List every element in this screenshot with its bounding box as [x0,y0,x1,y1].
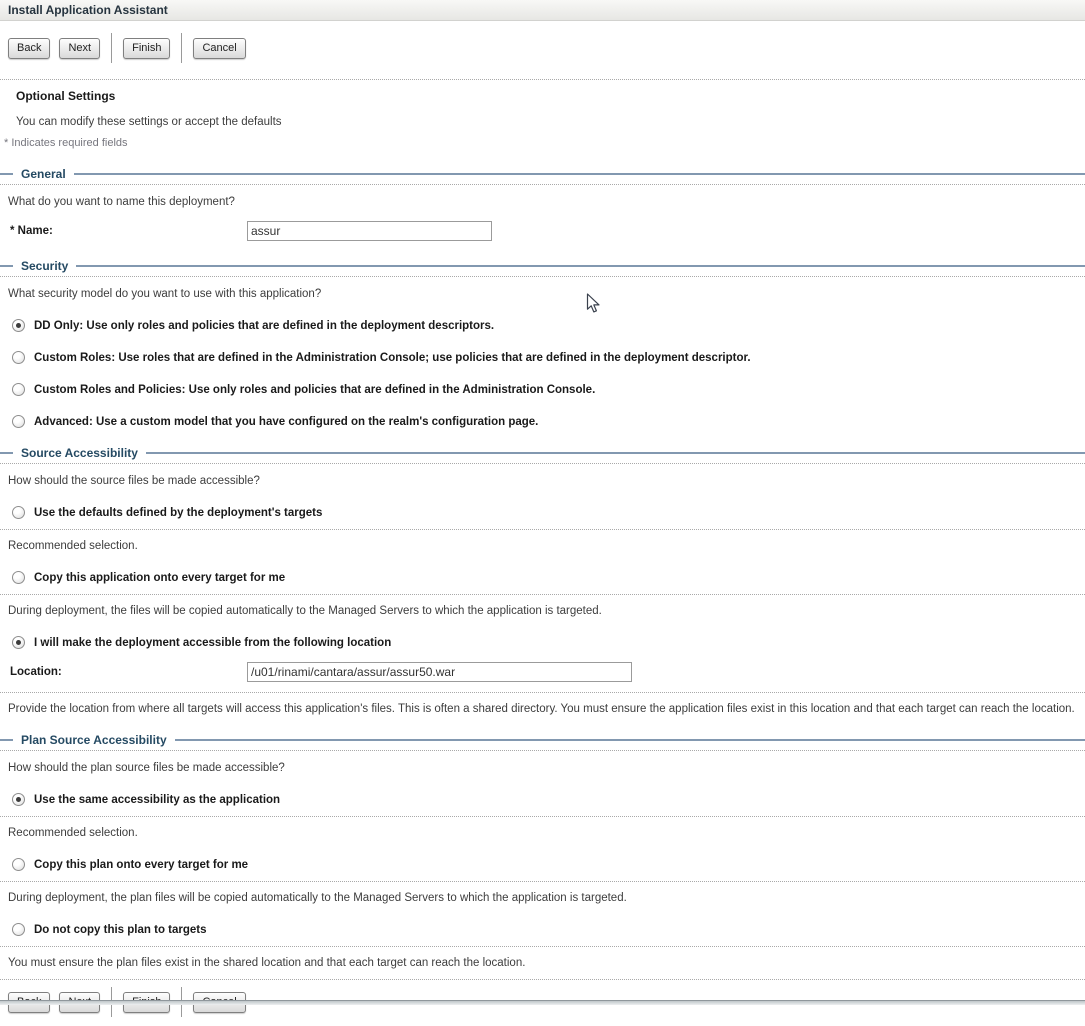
radio-option-label: Advanced: Use a custom model that you ha… [34,416,538,428]
back-button[interactable]: Back [8,38,50,59]
option-note: Provide the location from where all targ… [8,703,1085,715]
radio-option-label: Custom Roles: Use roles that are defined… [34,352,751,364]
section-rule [76,265,1085,267]
section-rule [175,739,1085,741]
name-input[interactable] [247,221,492,241]
radio-option-custom-roles[interactable]: Custom Roles: Use roles that are defined… [12,351,1085,364]
separator [0,881,1085,882]
radio-button[interactable] [12,383,25,396]
separator [0,529,1085,530]
location-field-row: Location: [10,662,1085,682]
section-title-plan-source-accessibility: Plan Source Accessibility [21,733,167,747]
section-dash [0,739,13,741]
toolbar-divider [111,33,112,63]
radio-button[interactable] [12,793,25,806]
section-rule [74,173,1085,175]
separator [0,184,1085,185]
location-input[interactable] [247,662,632,682]
radio-option-copy-plan[interactable]: Copy this plan onto every target for me [12,858,1085,871]
radio-button[interactable] [12,415,25,428]
radio-option-custom-roles-policies[interactable]: Custom Roles and Policies: Use only role… [12,383,1085,396]
separator [0,816,1085,817]
plan-source-accessibility-question: How should the plan source files be made… [8,762,1085,774]
option-note: During deployment, the files will be cop… [8,605,1085,617]
next-button[interactable]: Next [59,38,100,59]
page-subheading: You can modify these settings or accept … [16,116,1085,128]
section-header-general: General [0,166,1085,181]
toolbar-top: Back Next Finish Cancel [0,21,1085,72]
section-rule [146,452,1085,454]
option-note: Recommended selection. [8,827,1085,839]
toolbar-divider [181,33,182,63]
radio-option-label: Custom Roles and Policies: Use only role… [34,384,595,396]
name-label: * Name: [10,225,247,237]
section-title-source-accessibility: Source Accessibility [21,446,138,460]
radio-option-label: Do not copy this plan to targets [34,924,207,936]
option-note: You must ensure the plan files exist in … [8,957,1085,969]
page-title: Install Application Assistant [8,3,168,17]
name-field-row: * Name: [10,221,1085,241]
separator [0,946,1085,947]
section-dash [0,173,13,175]
separator [0,594,1085,595]
radio-option-dd-only[interactable]: DD Only: Use only roles and policies tha… [12,319,1085,332]
radio-button[interactable] [12,636,25,649]
page-title-bar: Install Application Assistant [0,0,1085,21]
separator [0,463,1085,464]
radio-option-label: Copy this plan onto every target for me [34,859,248,871]
separator [0,276,1085,277]
radio-option-do-not-copy-plan[interactable]: Do not copy this plan to targets [12,923,1085,936]
radio-option-label: Use the defaults defined by the deployme… [34,507,322,519]
radio-option-label: Use the same accessibility as the applic… [34,794,280,806]
radio-option-advanced[interactable]: Advanced: Use a custom model that you ha… [12,415,1085,428]
option-note: During deployment, the plan files will b… [8,892,1085,904]
bottom-divider-bar [0,1000,1085,1005]
separator [0,79,1085,80]
source-accessibility-question: How should the source files be made acce… [8,475,1085,487]
radio-option-label: Copy this application onto every target … [34,572,285,584]
radio-button[interactable] [12,858,25,871]
radio-option-accessible-location[interactable]: I will make the deployment accessible fr… [12,636,1085,649]
finish-button[interactable]: Finish [123,38,170,59]
section-dash [0,265,13,267]
location-label: Location: [10,666,247,678]
section-title-security: Security [21,259,68,273]
radio-option-same-accessibility[interactable]: Use the same accessibility as the applic… [12,793,1085,806]
mouse-cursor [586,293,602,315]
section-dash [0,452,13,454]
security-question: What security model do you want to use w… [8,288,1085,300]
radio-option-copy-application[interactable]: Copy this application onto every target … [12,571,1085,584]
cancel-button[interactable]: Cancel [193,38,245,59]
section-header-plan-source-accessibility: Plan Source Accessibility [0,732,1085,747]
radio-button[interactable] [12,923,25,936]
radio-button[interactable] [12,351,25,364]
separator [0,750,1085,751]
section-header-security: Security [0,258,1085,273]
page-heading: Optional Settings [16,89,1085,103]
section-header-source-accessibility: Source Accessibility [0,445,1085,460]
radio-button[interactable] [12,319,25,332]
general-question: What do you want to name this deployment… [8,196,1085,208]
radio-option-label: I will make the deployment accessible fr… [34,637,391,649]
radio-button[interactable] [12,506,25,519]
radio-option-use-defaults[interactable]: Use the defaults defined by the deployme… [12,506,1085,519]
option-note: Recommended selection. [8,540,1085,552]
radio-option-label: DD Only: Use only roles and policies tha… [34,320,494,332]
section-title-general: General [21,167,66,181]
required-fields-note: * Indicates required fields [4,137,1085,149]
radio-button[interactable] [12,571,25,584]
separator [0,692,1085,693]
